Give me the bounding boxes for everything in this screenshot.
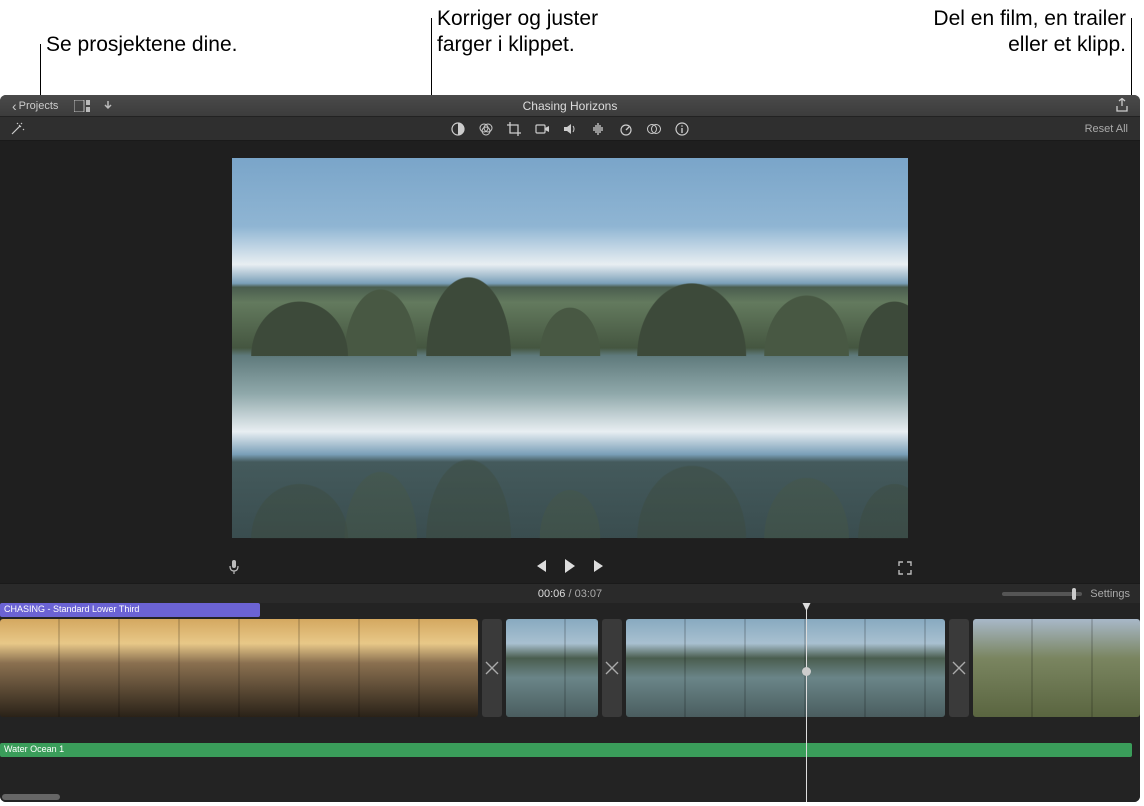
- import-button[interactable]: [100, 99, 116, 113]
- total-time: 03:07: [575, 588, 603, 600]
- callout-line: [40, 44, 41, 98]
- timecode: 00:06 / 03:07: [538, 588, 602, 600]
- prev-button[interactable]: [531, 557, 549, 575]
- video-clip[interactable]: [626, 619, 945, 717]
- stabilization-button[interactable]: [533, 120, 551, 138]
- video-clip[interactable]: [0, 619, 478, 717]
- video-clip[interactable]: [973, 619, 1140, 717]
- project-title: Chasing Horizons: [523, 99, 618, 113]
- media-library-button[interactable]: [74, 99, 90, 113]
- settings-button[interactable]: Settings: [1090, 588, 1130, 600]
- title-clip[interactable]: CHASING - Standard Lower Third: [0, 603, 260, 617]
- fullscreen-button[interactable]: [898, 561, 912, 575]
- imovie-window: Projects Chasing Horizons: [0, 95, 1140, 802]
- callout-projects: Se prosjektene dine.: [46, 32, 237, 58]
- callout-line: [1131, 18, 1132, 98]
- transition[interactable]: [602, 619, 622, 717]
- callout-color: Korriger og juster farger i klippet.: [437, 6, 598, 59]
- color-correction-button[interactable]: [477, 120, 495, 138]
- next-button[interactable]: [591, 557, 609, 575]
- current-time: 00:06: [538, 588, 566, 600]
- viewer: [0, 141, 1140, 583]
- crop-button[interactable]: [505, 120, 523, 138]
- timeline[interactable]: CHASING - Standard Lower Third Water Oce…: [0, 603, 1140, 802]
- color-balance-button[interactable]: [449, 120, 467, 138]
- transition[interactable]: [949, 619, 969, 717]
- play-button[interactable]: [561, 557, 579, 575]
- callout-share: Del en film, en trailer eller et klipp.: [933, 6, 1126, 59]
- chevron-left-icon: [12, 98, 17, 114]
- adjustment-bar: Reset All: [0, 117, 1140, 141]
- share-button[interactable]: [1114, 99, 1130, 113]
- clip-filter-button[interactable]: [645, 120, 663, 138]
- audio-clip[interactable]: Water Ocean 1: [0, 743, 1132, 757]
- video-clip[interactable]: [506, 619, 598, 717]
- reset-all-button[interactable]: Reset All: [1085, 123, 1128, 135]
- zoom-slider[interactable]: [1002, 592, 1082, 596]
- volume-button[interactable]: [561, 120, 579, 138]
- noise-reduction-button[interactable]: [589, 120, 607, 138]
- transition[interactable]: [482, 619, 502, 717]
- timebar: 00:06 / 03:07 Settings: [0, 583, 1140, 603]
- enhance-button[interactable]: [8, 120, 26, 138]
- projects-button[interactable]: Projects: [6, 96, 64, 116]
- video-track: [0, 619, 1140, 717]
- info-button[interactable]: [673, 120, 691, 138]
- video-preview: [232, 158, 908, 538]
- projects-label: Projects: [19, 100, 59, 112]
- voiceover-button[interactable]: [228, 559, 240, 575]
- playback-controls: [531, 557, 609, 575]
- top-toolbar: Projects Chasing Horizons: [0, 95, 1140, 117]
- horizontal-scrollbar[interactable]: [2, 794, 60, 800]
- playhead[interactable]: [806, 603, 807, 802]
- speed-button[interactable]: [617, 120, 635, 138]
